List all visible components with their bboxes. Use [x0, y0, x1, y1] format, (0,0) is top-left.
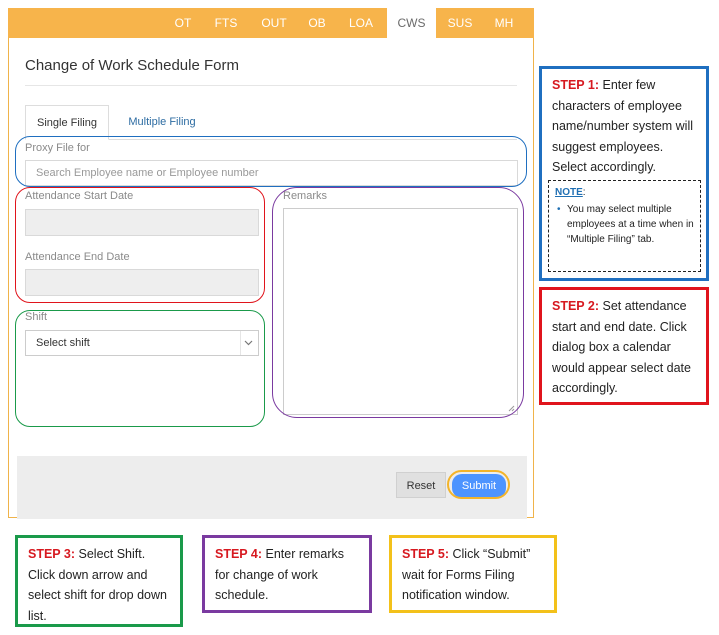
tab-cws[interactable]: CWS [387, 8, 436, 38]
note-item: You may select multiple employees at a t… [557, 202, 694, 247]
step5-title: STEP 5: [402, 547, 450, 561]
tab-ot[interactable]: OT [168, 8, 198, 38]
step4-callout: STEP 4: Enter remarks for change of work… [202, 535, 372, 613]
proxy-search-placeholder: Search Employee name or Employee number [36, 167, 259, 179]
remarks-textarea[interactable] [283, 208, 518, 415]
tab-ob[interactable]: OB [302, 8, 332, 38]
start-date-label: Attendance Start Date [25, 190, 134, 202]
module-tab-bar: OT FTS OUT OB LOA CWS SUS MH [8, 8, 534, 38]
note-box: NOTE: You may select multiple employees … [548, 180, 701, 272]
chevron-down-icon[interactable] [240, 331, 255, 355]
end-date-input[interactable] [25, 269, 259, 296]
step1-title: STEP 1: [552, 78, 600, 92]
tab-single-filing[interactable]: Single Filing [25, 105, 109, 140]
step1-text: Enter few characters of employee name/nu… [552, 78, 694, 174]
step2-text: Set attendance start and end date. Click… [552, 299, 691, 395]
note-colon: : [582, 187, 586, 198]
start-date-input[interactable] [25, 209, 259, 236]
step3-callout: STEP 3: Select Shift. Click down arrow a… [15, 535, 183, 627]
shift-select-value: Select shift [36, 337, 90, 349]
tab-loa[interactable]: LOA [343, 8, 379, 38]
note-title: NOTE [555, 187, 583, 198]
step4-title: STEP 4: [215, 547, 263, 561]
tab-mh[interactable]: MH [488, 8, 520, 38]
tab-sus[interactable]: SUS [443, 8, 477, 38]
note-list: You may select multiple employees at a t… [555, 202, 694, 247]
form-footer [17, 456, 527, 519]
step1-callout: STEP 1: Enter few characters of employee… [539, 66, 709, 281]
shift-select[interactable]: Select shift [25, 330, 259, 356]
submit-button[interactable]: Submit [452, 474, 506, 498]
proxy-search-input[interactable]: Search Employee name or Employee number [25, 160, 518, 186]
remarks-label: Remarks [283, 190, 328, 202]
shift-label: Shift [25, 311, 48, 323]
step2-title: STEP 2: [552, 299, 600, 313]
step2-callout: STEP 2: Set attendance start and end dat… [539, 287, 709, 405]
tab-out[interactable]: OUT [256, 8, 292, 38]
step3-title: STEP 3: [28, 547, 76, 561]
reset-button[interactable]: Reset [396, 472, 446, 498]
step5-callout: STEP 5: Click “Submit” wait for Forms Fi… [389, 535, 557, 613]
tab-fts[interactable]: FTS [209, 8, 243, 38]
filing-tabs: Single Filing Multiple Filing [25, 105, 517, 140]
page-title: Change of Work Schedule Form [25, 57, 239, 74]
proxy-label: Proxy File for [25, 142, 90, 154]
tab-multiple-filing[interactable]: Multiple Filing [115, 105, 209, 139]
title-divider [25, 85, 517, 86]
cws-form-panel: OT FTS OUT OB LOA CWS SUS MH Change of W… [8, 8, 534, 519]
resize-grip-icon[interactable] [508, 405, 515, 412]
end-date-label: Attendance End Date [25, 251, 130, 263]
